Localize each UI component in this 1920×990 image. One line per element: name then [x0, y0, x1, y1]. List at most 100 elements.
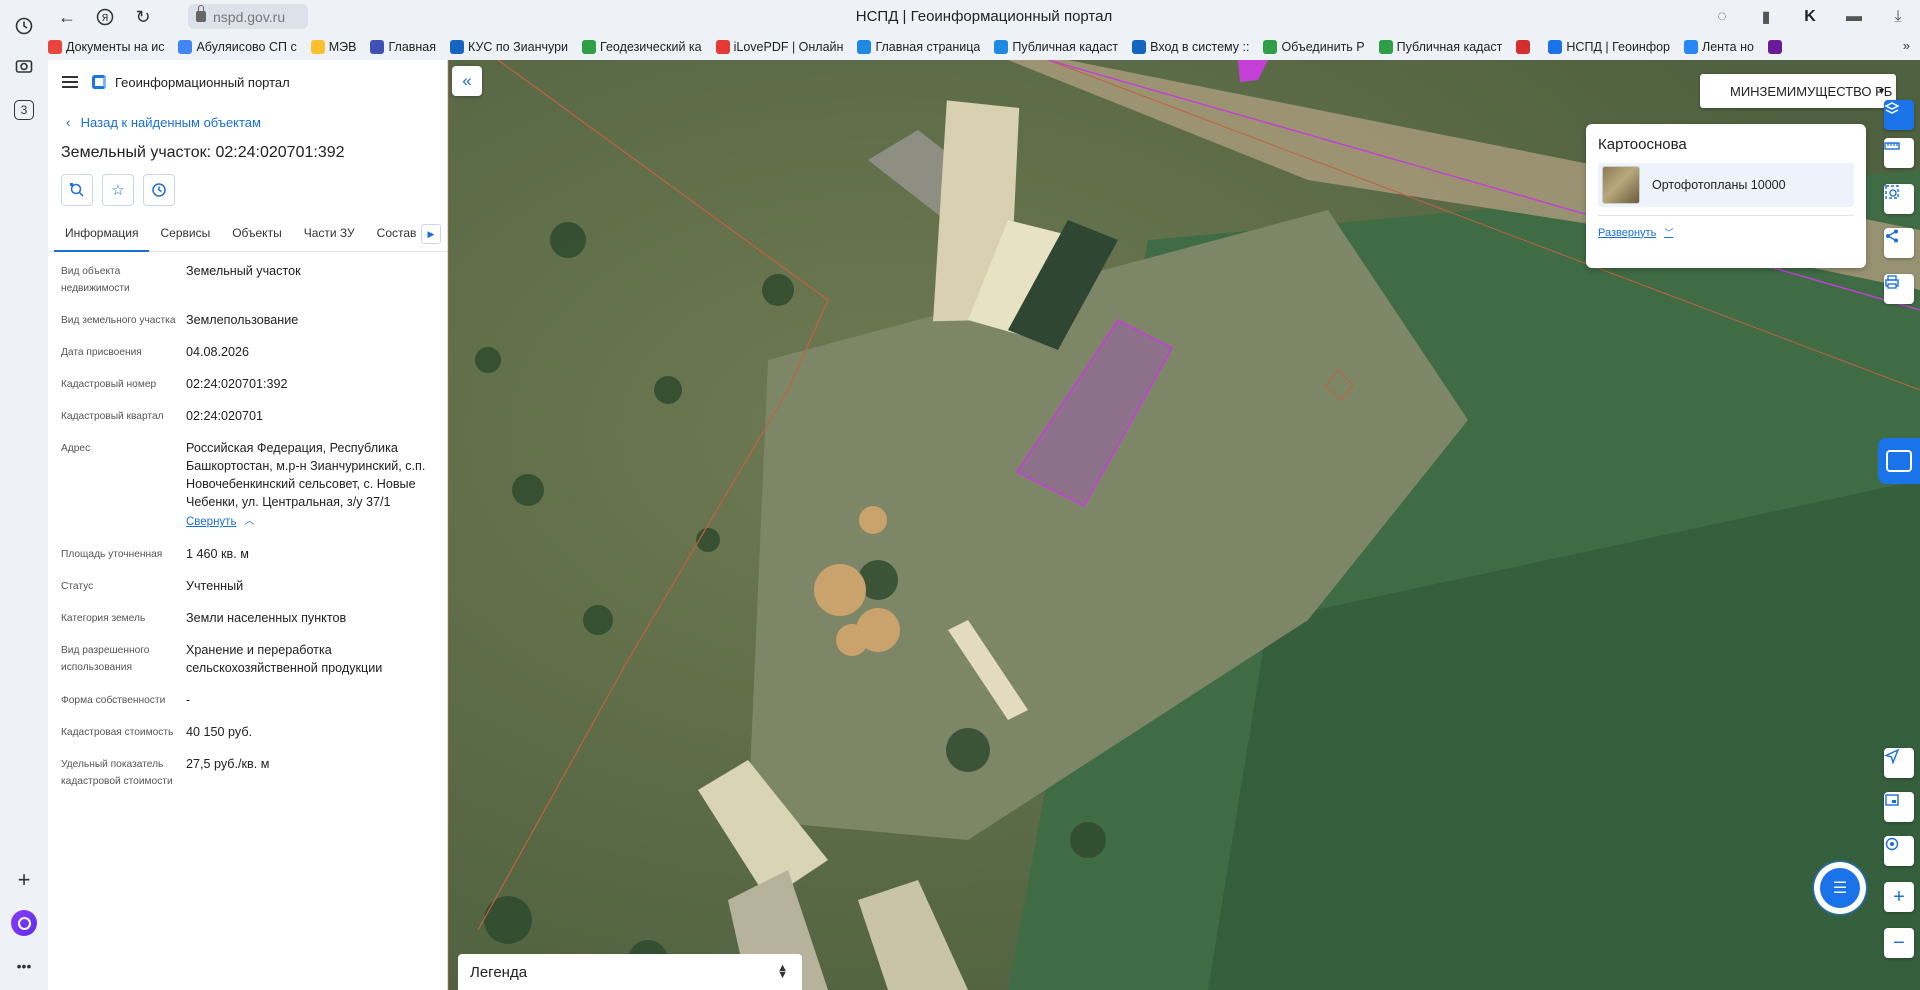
bookmarks-overflow-icon[interactable]: »: [1903, 38, 1910, 53]
add-icon[interactable]: +: [10, 866, 38, 894]
bookmark-favicon-icon: [994, 40, 1009, 54]
print-icon[interactable]: [1884, 274, 1914, 304]
portal-logo-icon: [92, 75, 106, 89]
chevron-down-icon: ﹀: [1664, 228, 1674, 238]
bookmark-favicon-icon: [857, 40, 872, 54]
share-icon[interactable]: [1884, 228, 1914, 258]
zoom-in-button[interactable]: +: [1884, 882, 1914, 912]
history-icon[interactable]: [10, 12, 38, 40]
profile-icon[interactable]: ▬: [1832, 8, 1876, 26]
expand-link[interactable]: Развернуть ﹀: [1598, 215, 1854, 239]
bookmark-favicon-icon: [48, 40, 62, 54]
map-canvas[interactable]: « МИНЗЕМИМУЩЕСТВО РБ ▼ Картооснова Ортоф…: [448, 60, 1920, 990]
bookmark-label: iLovePDF | Онлайн: [733, 40, 844, 54]
zoom-to-object-button[interactable]: [61, 174, 93, 206]
legend-bar[interactable]: Легенда ▲ ▼: [458, 954, 802, 990]
bookmark-item[interactable]: Главная: [370, 40, 436, 54]
property-label: Статус: [61, 581, 94, 592]
property-value: Землепользование: [186, 313, 299, 327]
bookmark-item[interactable]: Публичная кадаст: [994, 40, 1118, 54]
bookmark-item[interactable]: [1767, 40, 1786, 54]
toolbar-right: ◌ ▮ K ▬ ⤓: [1700, 0, 1920, 34]
back-icon[interactable]: ←: [48, 0, 86, 34]
collapse-panel-button[interactable]: «: [452, 66, 482, 96]
more-icon[interactable]: •••: [10, 952, 38, 980]
bookmark-item[interactable]: МЭВ: [310, 40, 356, 54]
bookmark-item[interactable]: Абуляисово СП с: [178, 40, 297, 54]
ruler-icon[interactable]: [1884, 138, 1914, 168]
history-button[interactable]: [143, 174, 175, 206]
organization-select[interactable]: МИНЗЕМИМУЩЕСТВО РБ ▼: [1700, 74, 1896, 108]
reload-icon[interactable]: ↻: [124, 0, 162, 34]
layers-tool-button[interactable]: [1884, 100, 1914, 130]
properties-list: Вид объекта недвижимости Земельный участо…: [48, 252, 447, 790]
tabs-scroll-right-icon[interactable]: ▶: [421, 224, 441, 244]
menu-icon[interactable]: [62, 76, 78, 88]
yandex-icon[interactable]: Я: [86, 0, 124, 34]
property-label: Категория земель: [61, 613, 146, 624]
address-bar[interactable]: nspd.gov.ru: [188, 4, 308, 29]
basemap-name: Ортофотопланы 10000: [1652, 178, 1786, 192]
address-text: nspd.gov.ru: [213, 8, 286, 25]
assistant-icon[interactable]: [11, 910, 37, 936]
bookmark-item[interactable]: Публичная кадаст: [1378, 40, 1502, 54]
property-value: -: [186, 693, 191, 707]
tab-parts[interactable]: Части ЗУ: [293, 222, 366, 252]
bookmark-item[interactable]: Документы на ис: [48, 40, 164, 54]
help-icon[interactable]: [1878, 438, 1920, 484]
rail-bottom: + •••: [0, 860, 48, 986]
property-value: 27,5 руб./кв. м: [186, 757, 270, 771]
bookmark-item[interactable]: Лента но: [1684, 40, 1754, 54]
collapse-address-link[interactable]: Свернуть ︿: [186, 513, 434, 531]
tab-objects[interactable]: Объекты: [221, 222, 293, 252]
tab-composition[interactable]: Состав: [366, 222, 428, 252]
zoom-out-button[interactable]: −: [1884, 928, 1914, 958]
dropdown-arrow-icon: ▼: [1877, 86, 1886, 96]
bookmark-label: Главная страница: [875, 40, 981, 54]
tab-services[interactable]: Сервисы: [149, 222, 221, 252]
extension-icon[interactable]: K: [1788, 8, 1832, 26]
favorite-button[interactable]: ☆: [102, 174, 134, 206]
bookmark-item[interactable]: [1516, 40, 1534, 54]
select-area-icon[interactable]: [1884, 184, 1914, 214]
property-label: Площадь уточненная: [61, 549, 163, 560]
expand-label: Развернуть: [1598, 226, 1657, 239]
bookmark-item[interactable]: Главная страница: [857, 40, 980, 54]
chat-bubble-icon[interactable]: ◌: [1700, 8, 1744, 26]
property-label: Вид объекта недвижимости: [61, 266, 130, 294]
property-label: Вид разрешенного использования: [61, 645, 150, 673]
property-row: Кадастровый квартал 02:24:020701: [61, 407, 434, 425]
tab-info[interactable]: Информация: [54, 222, 150, 252]
bookmark-item[interactable]: Геодезический ка: [582, 40, 702, 54]
basemap-title: Картооснова: [1598, 136, 1687, 153]
basemap-option[interactable]: Ортофотопланы 10000: [1598, 163, 1854, 207]
bookmark-item[interactable]: Вход в систему ::: [1132, 40, 1249, 54]
property-value: 02:24:020701:392: [186, 377, 288, 391]
property-row: Вид объекта недвижимости Земельный участо…: [61, 262, 434, 297]
screenshot-icon[interactable]: [10, 52, 38, 80]
bookmark-icon[interactable]: ▮: [1744, 7, 1788, 27]
bookmark-item[interactable]: КУС по Зианчури: [450, 40, 568, 54]
property-value: 04.08.2026: [186, 345, 250, 359]
locate-icon[interactable]: [1884, 748, 1914, 778]
browser-sidebar: 3 + •••: [0, 0, 48, 990]
geolocation-icon[interactable]: [1884, 836, 1914, 866]
bookmark-label: Абуляисово СП с: [196, 40, 297, 54]
basemap-thumbnail: [1602, 166, 1640, 204]
bookmark-item[interactable]: iLovePDF | Онлайн: [715, 40, 844, 54]
property-row: Категория земель Земли населенных пунктов: [61, 609, 434, 627]
bookmark-label: Лента но: [1702, 40, 1754, 54]
back-to-results-link[interactable]: ‹ Назад к найденным объектам: [48, 112, 447, 132]
property-row: Вид земельного участка Землепользование: [61, 311, 434, 329]
legend-label: Легенда: [470, 963, 528, 981]
bookmark-label: НСПД | Геоинфор: [1566, 40, 1671, 54]
minimap-icon[interactable]: [1884, 792, 1914, 822]
object-tabs: Информация Сервисы Объекты Части ЗУ Сост…: [48, 222, 447, 252]
chat-icon[interactable]: ☰: [1814, 862, 1866, 914]
tab-counter[interactable]: 3: [14, 100, 34, 120]
bookmark-item[interactable]: НСПД | Геоинфор: [1548, 40, 1670, 54]
property-value: 40 150 руб.: [186, 725, 253, 739]
download-icon[interactable]: ⤓: [1876, 8, 1920, 26]
bookmark-favicon-icon: [310, 40, 325, 54]
bookmark-item[interactable]: Объединить P: [1263, 40, 1365, 54]
